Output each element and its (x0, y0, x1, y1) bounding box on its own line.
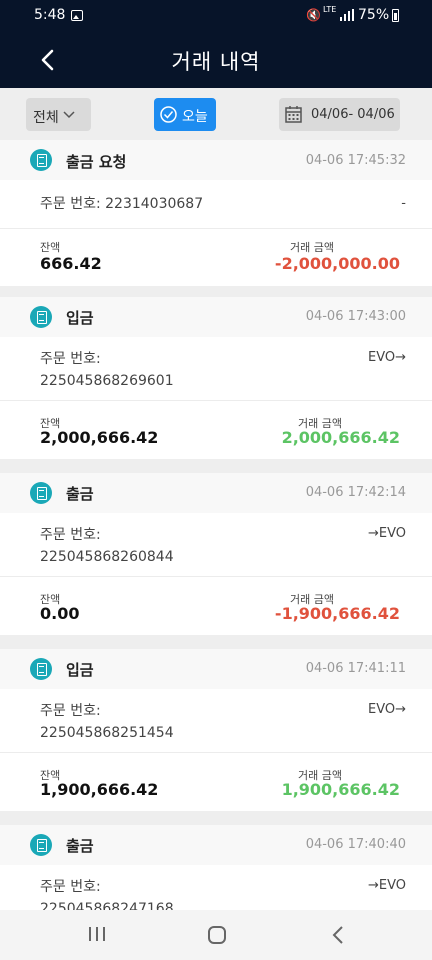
transaction-header: 출금 04-06 17:40:40 (0, 825, 432, 865)
amount-value: 1,900,666.42 (281, 780, 400, 799)
transaction-direction: - (401, 196, 406, 211)
home-icon[interactable] (208, 926, 226, 944)
transaction-type: 출금 (66, 485, 94, 503)
transaction-header: 입금 04-06 17:41:11 (0, 649, 432, 689)
balance-value: 1,900,666.42 (40, 780, 159, 799)
app-bar: 거래 내역 (0, 32, 432, 88)
recent-apps-icon[interactable] (88, 926, 106, 942)
order-label: 주문 번호: (40, 703, 101, 719)
transaction-time: 04-06 17:41:11 (305, 661, 406, 676)
transaction-type: 출금 요청 (66, 153, 127, 171)
transaction-icon (30, 149, 52, 171)
battery-icon (392, 9, 399, 22)
today-label: 오늘 (182, 109, 208, 125)
image-notification-icon (71, 10, 83, 21)
signal-icon (340, 9, 354, 21)
amount-value: -2,000,000.00 (274, 254, 400, 273)
filter-bar: 전체 오늘 04/06- 04/06 (0, 88, 432, 140)
balance-value: 0.00 (40, 604, 80, 623)
transaction-time: 04-06 17:45:32 (305, 153, 406, 168)
transaction-type: 출금 (66, 837, 94, 855)
amount-value: -1,900,666.42 (274, 604, 400, 623)
order-number: 주문 번호: 225045868269601 (40, 348, 174, 392)
divider (0, 228, 432, 229)
page-title: 거래 내역 (171, 50, 261, 74)
transaction-time: 04-06 17:40:40 (305, 837, 406, 852)
transaction-time: 04-06 17:43:00 (305, 309, 406, 324)
order-label: 주문 번호: 22314030687 (40, 196, 204, 212)
order-number-value: 225045868260844 (40, 549, 174, 565)
check-circle-icon (160, 106, 177, 123)
mute-icon: 🔇 (306, 8, 321, 22)
system-back-icon[interactable] (330, 925, 346, 945)
divider (0, 752, 432, 753)
chevron-down-icon (63, 111, 75, 119)
today-filter-button[interactable]: 오늘 (154, 98, 216, 131)
order-number-value: 225045868251454 (40, 725, 174, 741)
network-label: LTE (323, 5, 337, 14)
system-nav-bar (0, 910, 432, 960)
amount-value: 2,000,666.42 (281, 428, 400, 447)
status-bar: 5:48 🔇 LTE 75% (0, 0, 432, 32)
order-number: 주문 번호: 225045868247168 (40, 876, 174, 910)
battery-percent: 75% (358, 7, 390, 23)
transaction-header: 입금 04-06 17:43:00 (0, 297, 432, 337)
transaction-card[interactable]: 입금 04-06 17:41:11 주문 번호: 225045868251454… (0, 649, 432, 811)
transaction-direction: EVO→ (367, 350, 406, 365)
transaction-direction: →EVO (367, 526, 406, 541)
filter-all-label: 전체 (33, 110, 59, 126)
order-number-value: 225045868247168 (40, 901, 174, 910)
order-label: 주문 번호: (40, 351, 101, 367)
transaction-time: 04-06 17:42:14 (305, 485, 406, 500)
order-number: 주문 번호: 225045868260844 (40, 524, 174, 568)
date-range-button[interactable]: 04/06- 04/06 (279, 98, 400, 131)
transaction-direction: →EVO (367, 878, 406, 893)
order-number: 주문 번호: 22314030687 (40, 193, 203, 215)
transaction-card[interactable]: 입금 04-06 17:43:00 주문 번호: 225045868269601… (0, 297, 432, 459)
transaction-card[interactable]: 출금 04-06 17:42:14 주문 번호: 225045868260844… (0, 473, 432, 635)
order-number-value: 225045868269601 (40, 373, 174, 389)
calendar-icon (285, 106, 302, 123)
transaction-direction: EVO→ (367, 702, 406, 717)
transaction-list[interactable]: 출금 요청 04-06 17:45:32 주문 번호: 22314030687 … (0, 140, 432, 910)
divider (0, 576, 432, 577)
transaction-card[interactable]: 출금 04-06 17:40:40 주문 번호: 225045868247168… (0, 825, 432, 910)
divider (0, 400, 432, 401)
transaction-card[interactable]: 출금 요청 04-06 17:45:32 주문 번호: 22314030687 … (0, 140, 432, 286)
transaction-icon (30, 482, 52, 504)
filter-all-dropdown[interactable]: 전체 (26, 98, 91, 131)
transaction-type: 입금 (66, 309, 94, 327)
transaction-icon (30, 834, 52, 856)
transaction-icon (30, 658, 52, 680)
amount-label: 거래 금액 (290, 241, 334, 254)
balance-label: 잔액 (40, 241, 61, 254)
balance-value: 2,000,666.42 (40, 428, 159, 447)
order-label: 주문 번호: (40, 879, 101, 895)
transaction-type: 입금 (66, 661, 94, 679)
transaction-header: 출금 04-06 17:42:14 (0, 473, 432, 513)
order-label: 주문 번호: (40, 527, 101, 543)
date-range-label: 04/06- 04/06 (311, 107, 395, 122)
transaction-icon (30, 306, 52, 328)
transaction-header: 출금 요청 04-06 17:45:32 (0, 140, 432, 180)
balance-value: 666.42 (40, 254, 102, 273)
status-time: 5:48 (34, 7, 66, 23)
order-number: 주문 번호: 225045868251454 (40, 700, 174, 744)
